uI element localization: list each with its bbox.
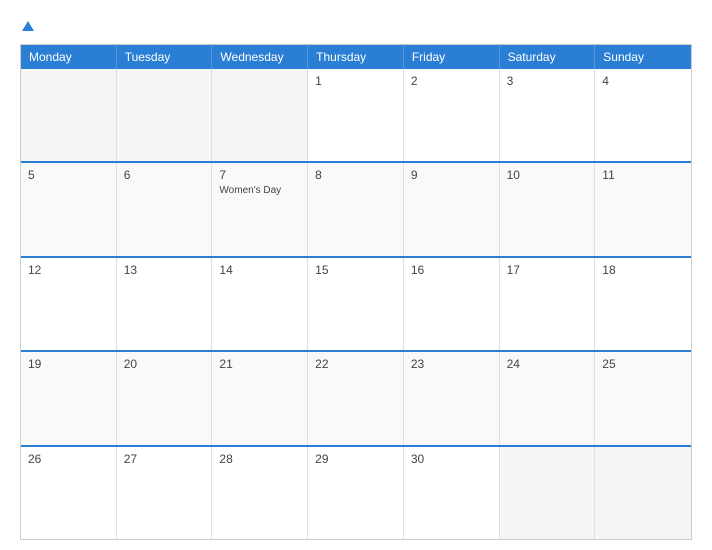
day-cell: 8 (308, 163, 404, 255)
day-cell (21, 69, 117, 161)
day-cell: 18 (595, 258, 691, 350)
days-header-row: MondayTuesdayWednesdayThursdayFridaySatu… (21, 45, 691, 69)
day-cell: 6 (117, 163, 213, 255)
day-number: 14 (219, 263, 300, 277)
day-cell: 4 (595, 69, 691, 161)
day-number: 19 (28, 357, 109, 371)
week-row-1: 1 2 34 (21, 69, 691, 161)
day-cell: 23 (404, 352, 500, 444)
day-number: 17 (507, 263, 588, 277)
day-cell (595, 447, 691, 539)
day-number: 7 (219, 168, 300, 182)
day-cell: 7 Women's Day (212, 163, 308, 255)
day-number: 20 (124, 357, 205, 371)
day-number: 15 (315, 263, 396, 277)
day-cell: 22 (308, 352, 404, 444)
day-cell: 24 (500, 352, 596, 444)
day-number: 30 (411, 452, 492, 466)
logo-triangle-icon (22, 21, 34, 31)
day-cell: 17 (500, 258, 596, 350)
calendar-page: MondayTuesdayWednesdayThursdayFridaySatu… (0, 0, 712, 550)
day-number: 28 (219, 452, 300, 466)
holiday-label: Women's Day (219, 185, 300, 196)
week-row-2: 5 67 Women's Day 8 9 10 11 (21, 161, 691, 255)
day-cell: 16 (404, 258, 500, 350)
day-number: 9 (411, 168, 492, 182)
day-cell: 3 (500, 69, 596, 161)
day-number: 29 (315, 452, 396, 466)
day-number: 16 (411, 263, 492, 277)
day-cell: 2 (404, 69, 500, 161)
day-number: 12 (28, 263, 109, 277)
week-row-4: 19 20 21 22 23 24 25 (21, 350, 691, 444)
day-header-sunday: Sunday (595, 45, 691, 69)
day-cell: 11 (595, 163, 691, 255)
day-cell: 28 (212, 447, 308, 539)
week-row-5: 26 27 28 29 30 (21, 445, 691, 539)
day-cell: 10 (500, 163, 596, 255)
day-number: 8 (315, 168, 396, 182)
day-header-thursday: Thursday (308, 45, 404, 69)
day-number: 10 (507, 168, 588, 182)
week-row-3: 12 13 14 15 16 17 18 (21, 256, 691, 350)
weeks-container: 1234567Women's Day8910111213141516171819… (21, 69, 691, 539)
day-number: 2 (411, 74, 492, 88)
day-cell: 27 (117, 447, 213, 539)
day-number: 6 (124, 168, 205, 182)
day-header-friday: Friday (404, 45, 500, 69)
day-number: 23 (411, 357, 492, 371)
day-cell: 25 (595, 352, 691, 444)
day-cell: 29 (308, 447, 404, 539)
day-number: 13 (124, 263, 205, 277)
day-number: 22 (315, 357, 396, 371)
day-number: 3 (507, 74, 588, 88)
day-number: 18 (602, 263, 684, 277)
day-cell: 14 (212, 258, 308, 350)
calendar-grid: MondayTuesdayWednesdayThursdayFridaySatu… (20, 44, 692, 540)
day-cell: 26 (21, 447, 117, 539)
day-number: 26 (28, 452, 109, 466)
logo (20, 18, 34, 34)
day-cell: 1 (308, 69, 404, 161)
day-header-saturday: Saturday (500, 45, 596, 69)
day-header-monday: Monday (21, 45, 117, 69)
day-cell (500, 447, 596, 539)
day-number: 5 (28, 168, 109, 182)
day-cell: 12 (21, 258, 117, 350)
day-header-wednesday: Wednesday (212, 45, 308, 69)
day-number: 21 (219, 357, 300, 371)
day-number: 4 (602, 74, 684, 88)
day-cell: 30 (404, 447, 500, 539)
day-number: 1 (315, 74, 396, 88)
day-cell: 15 (308, 258, 404, 350)
day-cell: 13 (117, 258, 213, 350)
day-number: 25 (602, 357, 684, 371)
day-cell: 5 (21, 163, 117, 255)
logo-text (20, 18, 34, 34)
day-number: 27 (124, 452, 205, 466)
day-cell: 19 (21, 352, 117, 444)
day-cell: 21 (212, 352, 308, 444)
day-cell (212, 69, 308, 161)
day-number: 24 (507, 357, 588, 371)
day-header-tuesday: Tuesday (117, 45, 213, 69)
day-cell: 9 (404, 163, 500, 255)
page-header (20, 18, 692, 34)
day-cell: 20 (117, 352, 213, 444)
day-cell (117, 69, 213, 161)
day-number: 11 (602, 168, 684, 182)
